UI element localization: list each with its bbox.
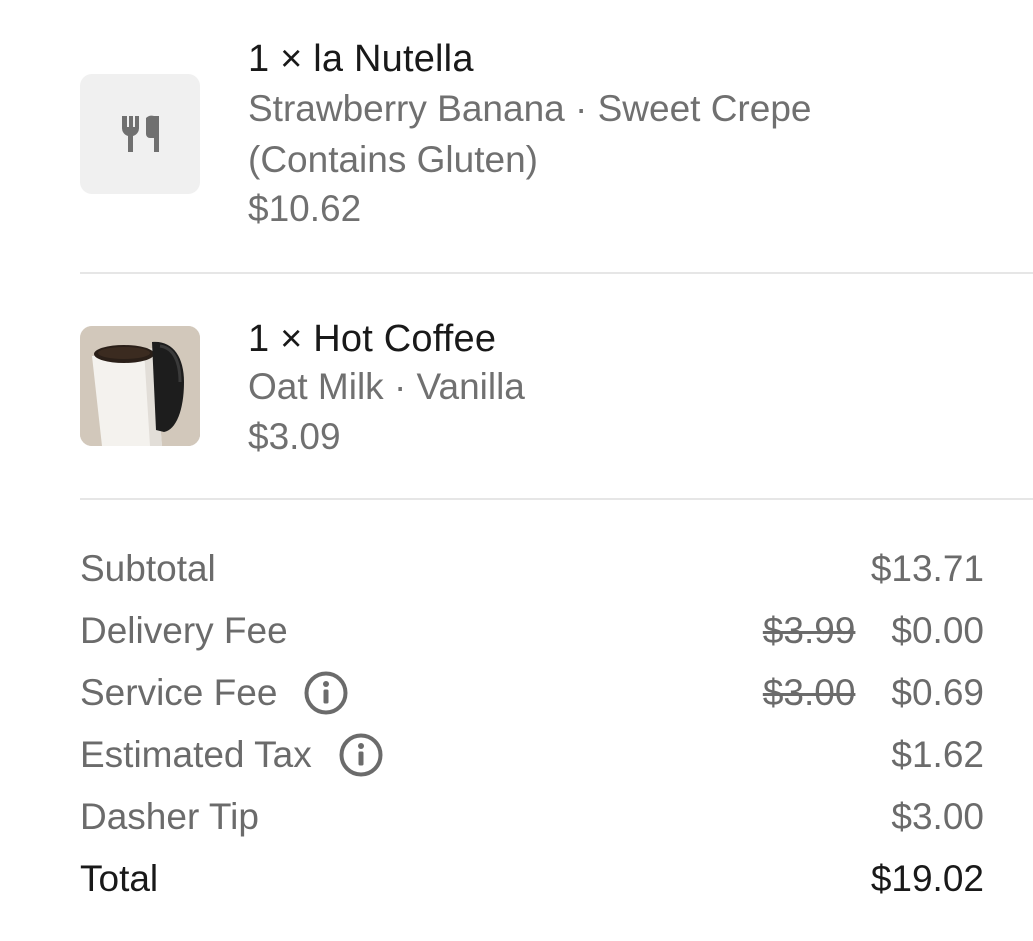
fork-knife-icon xyxy=(121,115,159,152)
delivery-fee-row: Delivery Fee $3.99 $0.00 xyxy=(80,600,984,662)
item-options-note: (Contains Gluten) xyxy=(248,139,538,180)
delivery-fee-value: $0.00 xyxy=(891,610,984,651)
item-details: 1 × la Nutella Strawberry Banana · Sweet… xyxy=(248,36,812,272)
coffee-cup-image xyxy=(80,326,200,446)
dasher-tip-label: Dasher Tip xyxy=(80,796,259,837)
item-price: $3.09 xyxy=(248,416,341,457)
dasher-tip-value: $3.00 xyxy=(891,796,984,837)
item-title: 1 × Hot Coffee xyxy=(248,318,497,360)
item-title: 1 × la Nutella xyxy=(248,38,474,80)
total-label: Total xyxy=(80,858,159,899)
service-fee-original: $3.00 xyxy=(762,672,856,713)
order-summary: Subtotal $13.71 Delivery Fee $3.99 $0.00… xyxy=(80,538,984,910)
estimated-tax-label: Estimated Tax xyxy=(80,734,312,775)
service-fee-value: $0.69 xyxy=(891,672,984,713)
delivery-fee-original: $3.99 xyxy=(762,610,856,651)
subtotal-label: Subtotal xyxy=(80,548,216,589)
order-item-hot-coffee[interactable]: 1 × Hot Coffee Oat Milk · Vanilla $3.09 xyxy=(80,316,1033,498)
coffee-cup-photo xyxy=(80,326,200,446)
service-fee-label: Service Fee xyxy=(80,672,278,713)
item-price: $10.62 xyxy=(248,188,362,229)
subtotal-row: Subtotal $13.71 xyxy=(80,538,984,600)
subtotal-value: $13.71 xyxy=(870,548,984,589)
item-options: Strawberry Banana · Sweet Crepe xyxy=(248,88,812,129)
delivery-fee-label: Delivery Fee xyxy=(80,610,288,651)
info-icon[interactable] xyxy=(338,732,384,778)
service-fee-row: Service Fee $3.00 $0.69 xyxy=(80,662,984,724)
divider xyxy=(80,272,1033,274)
estimated-tax-row: Estimated Tax $1.62 xyxy=(80,724,984,786)
order-item-nutella[interactable]: 1 × la Nutella Strawberry Banana · Sweet… xyxy=(80,36,1033,272)
divider xyxy=(80,498,1033,500)
info-icon[interactable] xyxy=(303,670,349,716)
dasher-tip-row: Dasher Tip $3.00 xyxy=(80,786,984,848)
total-value: $19.02 xyxy=(870,858,984,899)
item-options: Oat Milk · Vanilla xyxy=(248,366,525,407)
item-thumbnail-placeholder xyxy=(80,74,200,194)
item-details: 1 × Hot Coffee Oat Milk · Vanilla $3.09 xyxy=(248,316,525,498)
total-row: Total $19.02 xyxy=(80,848,984,910)
estimated-tax-value: $1.62 xyxy=(891,734,984,775)
